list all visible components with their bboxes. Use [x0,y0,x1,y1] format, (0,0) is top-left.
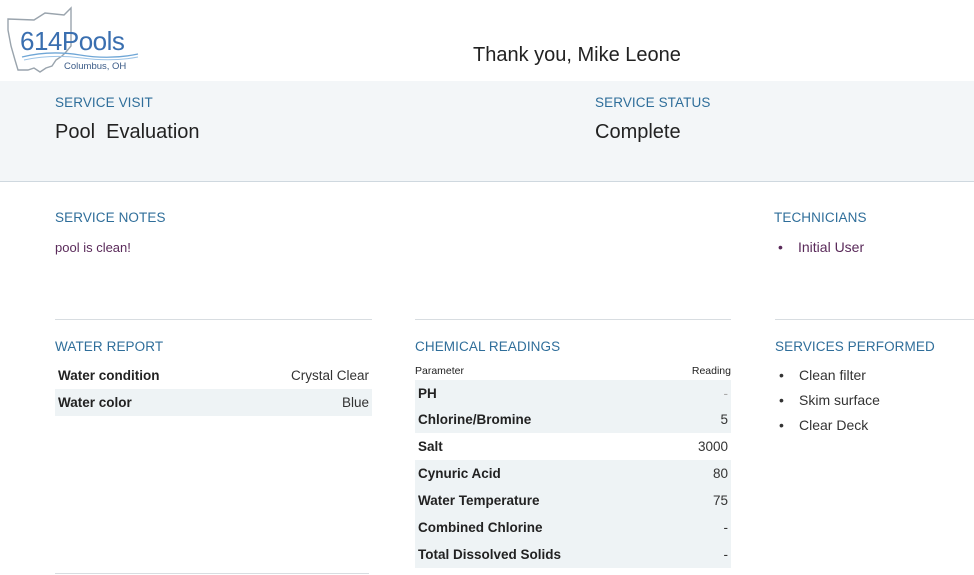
combined-chlorine-value: - [723,520,729,535]
logo-location: Columbus, OH [64,61,127,72]
reading-column-header: Reading [691,365,731,377]
table-row: Total Dissolved Solids - [415,541,731,568]
technician-item: Initial User [774,239,864,255]
page-greeting: Thank you, Mike Leone [473,44,681,66]
service-status-value: Complete [595,121,681,143]
list-item: Clear Deck [775,417,880,442]
chlorine-key: Chlorine/Bromine [418,412,532,427]
cynuric-acid-key: Cynuric Acid [418,466,501,481]
chemical-readings-label: CHEMICAL READINGS [415,339,561,354]
chemical-readings-table: PH - Chlorine/Bromine 5 Salt 3000 Cynuri… [415,380,731,568]
chemical-readings-header: Parameter Reading [415,365,731,377]
total-dissolved-solids-value: - [723,547,729,562]
service-notes-label: SERVICE NOTES [55,210,166,225]
service-visit-label: SERVICE VISIT [55,95,153,110]
list-item: Clean filter [775,367,880,392]
table-row: Water Temperature 75 [415,487,731,514]
services-performed-list: Clean filter Skim surface Clear Deck [775,367,880,442]
water-condition-key: Water condition [58,368,160,383]
services-divider [775,319,974,320]
service-visit-value: Pool Evaluation [55,121,200,143]
water-condition-value: Crystal Clear [290,368,369,383]
cynuric-acid-value: 80 [712,466,728,481]
water-report-label: WATER REPORT [55,339,164,354]
technicians-list: Initial User [774,239,864,255]
brand-logo: 614Pools Columbus, OH [0,0,146,81]
service-status-label: SERVICE STATUS [595,95,711,110]
ph-value: - [723,385,729,401]
water-temperature-value: 75 [712,493,728,508]
total-dissolved-solids-key: Total Dissolved Solids [418,547,562,562]
service-notes-text: pool is clean! [55,240,131,255]
water-color-key: Water color [58,395,132,410]
water-report-divider [55,319,372,320]
table-row: Water color Blue [55,389,372,416]
salt-key: Salt [418,439,443,454]
table-row: Cynuric Acid 80 [415,460,731,487]
logo-wordmark: 614Pools [20,26,125,56]
technicians-label: TECHNICIANS [774,210,867,225]
table-row: PH - [415,380,731,406]
list-item: Skim surface [775,392,880,417]
water-color-value: Blue [341,395,369,410]
table-row: Water condition Crystal Clear [55,362,372,389]
salt-value: 3000 [697,439,728,454]
table-row: Chlorine/Bromine 5 [415,406,731,433]
water-report-table: Water condition Crystal Clear Water colo… [55,362,372,416]
bottom-divider [55,573,369,574]
parameter-column-header: Parameter [415,365,465,377]
chemical-readings-divider [415,319,731,320]
table-row: Salt 3000 [415,433,731,460]
services-performed-label: SERVICES PERFORMED [775,339,935,354]
ph-key: PH [418,385,437,401]
water-temperature-key: Water Temperature [418,493,540,508]
table-row: Combined Chlorine - [415,514,731,541]
chlorine-value: 5 [720,412,728,427]
combined-chlorine-key: Combined Chlorine [418,520,543,535]
